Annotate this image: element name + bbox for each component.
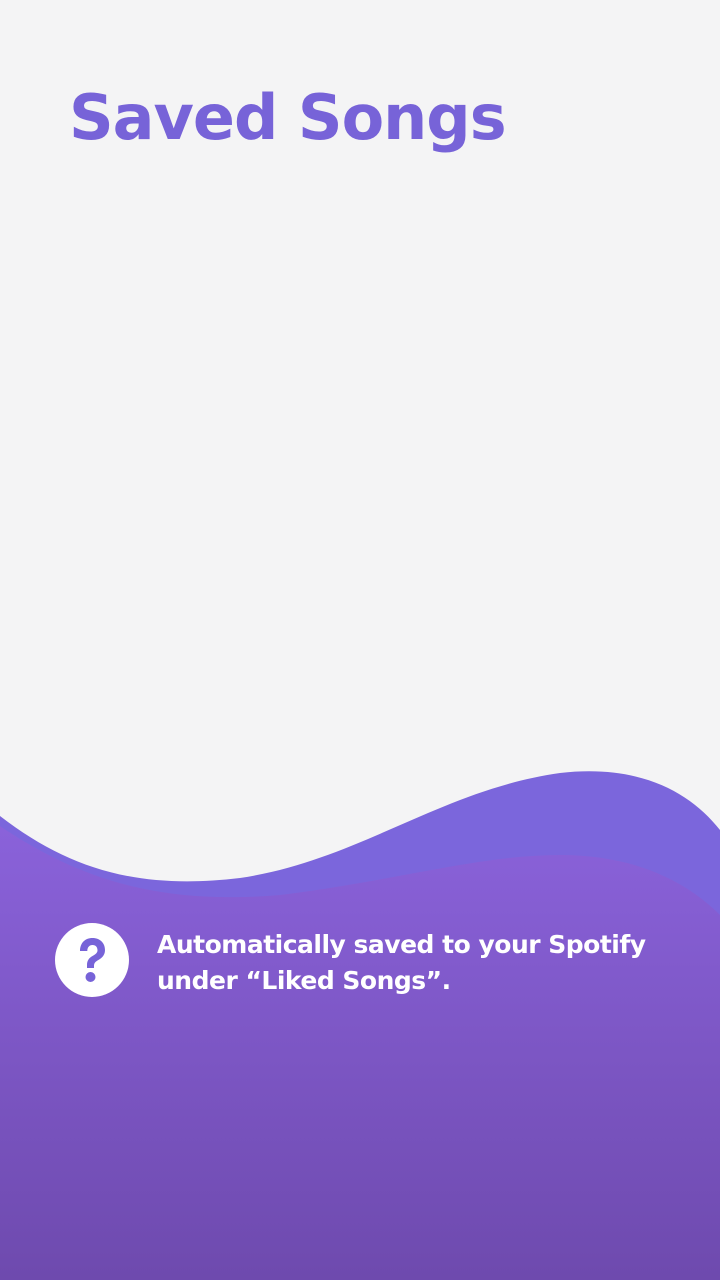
info-row: Automatically saved to your Spotify unde… [54,922,674,998]
help-circle-icon [55,923,129,997]
wave-front-layer [0,826,720,1280]
info-text: Automatically saved to your Spotify unde… [157,930,646,995]
wave-background [0,771,720,1280]
